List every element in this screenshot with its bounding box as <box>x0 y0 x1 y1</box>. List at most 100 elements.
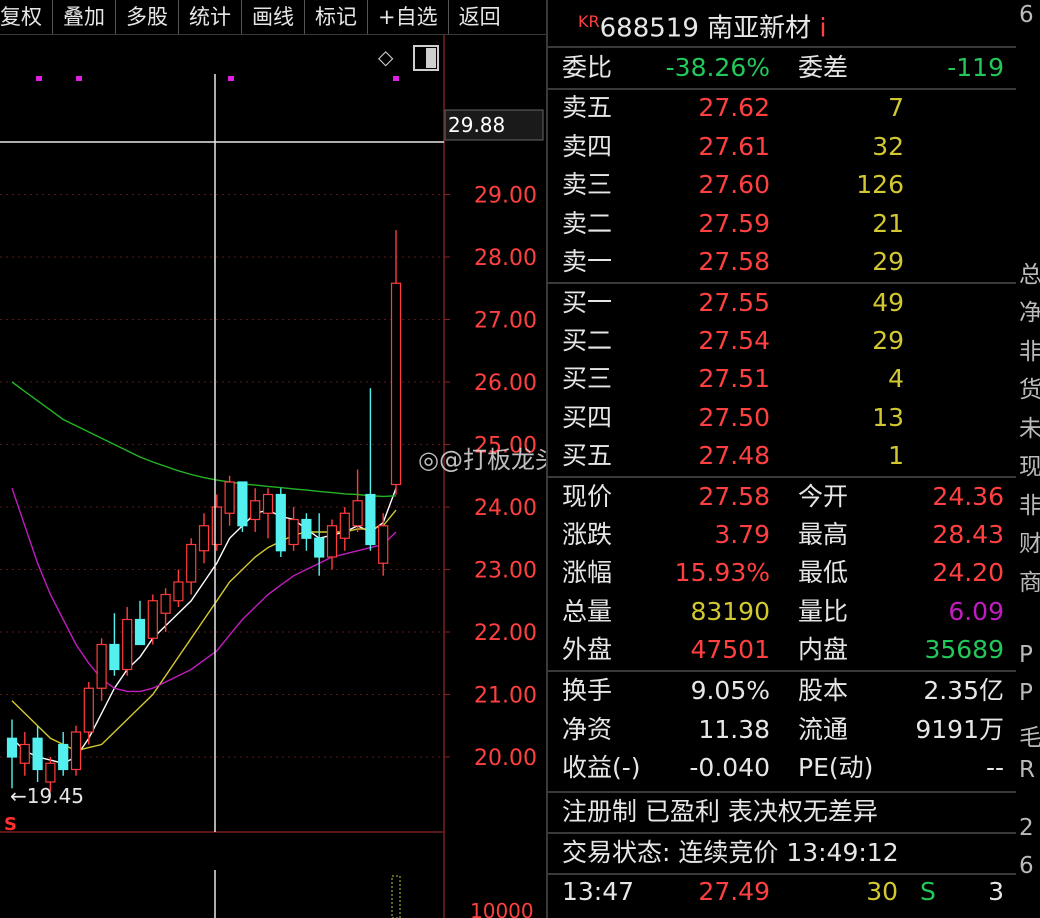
order-volume: 29 <box>872 247 904 276</box>
order-label: 卖三 <box>562 170 613 199</box>
sell-signal-marker: S <box>4 814 17 835</box>
candle-body <box>96 643 107 689</box>
event-marker[interactable] <box>36 76 42 81</box>
stat-value: 6.09 <box>948 596 1004 626</box>
order-price[interactable]: 27.55 <box>698 284 770 322</box>
kline-chart[interactable]: 29.0028.0027.0026.0025.0024.0023.0022.00… <box>0 35 546 918</box>
info-label: PE(动) <box>798 753 874 782</box>
candle-body <box>365 493 376 546</box>
stat-label: 最高 <box>798 520 849 550</box>
order-label: 买三 <box>562 364 613 394</box>
order-label: 卖一 <box>562 247 613 276</box>
order-volume: 49 <box>872 288 904 317</box>
order-price[interactable]: 27.58 <box>698 243 770 281</box>
order-price[interactable]: 27.59 <box>698 205 770 243</box>
price-tick-label: 20.00 <box>474 746 537 771</box>
event-marker[interactable] <box>393 76 399 81</box>
order-price[interactable]: 27.62 <box>698 89 770 127</box>
price-tick-label: 28.00 <box>474 246 537 271</box>
candle-body <box>326 525 338 558</box>
trading-status: 交易状态: 连续竞价 13:49:12 <box>562 838 899 867</box>
event-marker[interactable] <box>228 76 234 81</box>
tick-row: 13:47 27.49 30 S 3 <box>548 873 1016 911</box>
stat-label: 今开 <box>798 482 849 511</box>
order-volume: 1 <box>888 440 904 470</box>
clipped-text: 未 <box>1019 416 1040 442</box>
stat-value: 27.58 <box>698 482 770 511</box>
order-label: 卖五 <box>562 93 613 122</box>
stat-value: 47501 <box>690 634 770 664</box>
candle-body <box>250 500 261 521</box>
chart-toolbar: 复权 叠加 多股 统计 画线 标记 +自选 返回 <box>0 0 546 35</box>
info-icon[interactable]: i <box>819 14 826 44</box>
clipped-text: 财 <box>1019 531 1040 557</box>
toolbar-btn-fuquan[interactable]: 复权 <box>0 0 53 34</box>
candle-body <box>301 518 312 539</box>
toolbar-btn-back[interactable]: 返回 <box>449 0 511 34</box>
order-price[interactable]: 27.60 <box>698 166 770 204</box>
clipped-text: 现 <box>1019 454 1040 480</box>
tick-side: S <box>920 877 936 906</box>
candle-body <box>288 518 299 546</box>
info-label: 收益(-) <box>562 753 641 782</box>
clipped-text: 非 <box>1019 339 1040 365</box>
candle-body <box>134 618 146 646</box>
candle-body <box>6 737 18 758</box>
stat-label: 内盘 <box>798 634 849 664</box>
weicha-value: -119 <box>947 53 1004 82</box>
candle-body <box>19 743 30 764</box>
price-tick-label: 24.00 <box>474 496 537 521</box>
candle-body <box>109 643 120 671</box>
tick-volume: 30 <box>866 877 898 906</box>
tick-count: 3 <box>988 877 1004 906</box>
diamond-icon[interactable]: ◇ <box>378 45 394 69</box>
toolbar-btn-mark[interactable]: 标记 <box>305 0 368 34</box>
low-price-label: ←19.45 <box>10 784 84 808</box>
info-label: 净资 <box>562 714 613 744</box>
toolbar-btn-overlay[interactable]: 叠加 <box>53 0 116 34</box>
candle-body <box>224 481 235 514</box>
kr-tag: KR <box>578 12 600 31</box>
info-label: 换手 <box>562 676 613 705</box>
order-price[interactable]: 27.54 <box>698 322 770 360</box>
candle-body <box>352 500 363 527</box>
price-tick-label: 21.00 <box>474 684 537 709</box>
stock-title[interactable]: KR688519 南亚新材 i <box>578 2 827 49</box>
clipped-text: P <box>1019 680 1033 706</box>
clipped-text: 毛 <box>1019 725 1040 751</box>
candle-body <box>378 525 389 564</box>
clipped-text: 商 <box>1019 570 1040 596</box>
clipped-text: R <box>1019 757 1035 783</box>
toolbar-btn-multi[interactable]: 多股 <box>116 0 179 34</box>
stat-label: 现价 <box>562 482 613 511</box>
stat-value: 3.79 <box>714 520 770 550</box>
toolbar-btn-draw[interactable]: 画线 <box>242 0 305 34</box>
tick-price: 27.49 <box>698 877 770 906</box>
toolbar-btn-add-watchlist[interactable]: +自选 <box>368 0 449 34</box>
order-price[interactable]: 27.51 <box>698 360 770 398</box>
stat-label: 总量 <box>562 596 613 626</box>
clipped-text: 6 <box>1019 853 1034 879</box>
ma-line-3 <box>11 381 397 498</box>
candle-body <box>45 762 56 783</box>
info-label: 股本 <box>798 676 849 705</box>
event-marker[interactable] <box>76 76 82 81</box>
order-price[interactable]: 27.61 <box>698 128 770 166</box>
candle-body <box>173 581 184 602</box>
order-label: 卖二 <box>562 208 613 238</box>
order-volume: 13 <box>872 402 904 432</box>
weibo-icon: ◎ <box>418 446 439 474</box>
toolbar-btn-stats[interactable]: 统计 <box>179 0 242 34</box>
info-value: 11.38 <box>698 714 770 744</box>
order-price[interactable]: 27.48 <box>698 437 770 475</box>
stat-label: 量比 <box>798 596 849 626</box>
stock-name: 南亚新材 <box>707 13 812 44</box>
price-tick-label: 29.00 <box>474 184 537 209</box>
candle-body <box>70 731 82 771</box>
panel-toggle-icon-fill <box>426 48 436 68</box>
order-volume: 21 <box>872 208 904 238</box>
order-price[interactable]: 27.50 <box>698 399 770 437</box>
moving-average-lines <box>11 381 397 765</box>
price-grid <box>0 194 444 758</box>
order-label: 买四 <box>562 402 613 432</box>
